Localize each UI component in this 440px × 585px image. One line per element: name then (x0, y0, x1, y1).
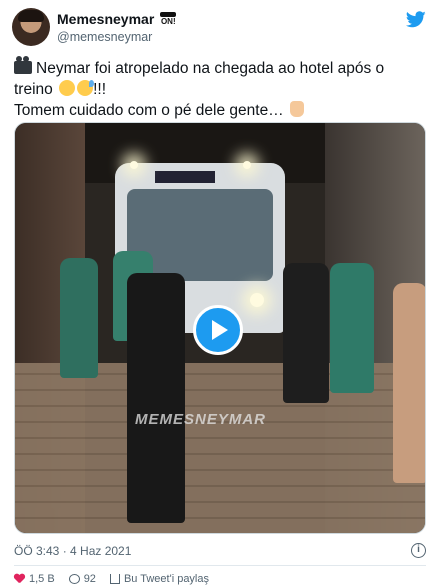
tweet-line-3: Tomem cuidado com o pé dele gente… (14, 100, 429, 121)
twitter-bird-icon[interactable] (406, 11, 426, 28)
tweet-text: Neymar foi atropelado na chegada ao hote… (14, 56, 429, 121)
share-label: Bu Tweet'i paylaş (123, 573, 209, 585)
sweat-smile-emoji-icon (77, 80, 95, 96)
video-watermark: MEMESNEYMAR (135, 411, 267, 428)
tweet-line-2-text: treino (14, 81, 53, 98)
avatar[interactable] (12, 8, 50, 46)
rolling-eyes-emoji-icon (59, 80, 76, 96)
film-camera-icon (14, 56, 32, 74)
share-button[interactable]: Bu Tweet'i paylaş (109, 573, 209, 585)
folded-hands-emoji-icon (290, 101, 304, 117)
author-name-row: Memesneymar ON! (57, 11, 177, 27)
badge-text: ON! (160, 17, 176, 26)
tweet-timestamp[interactable]: ÖÖ 3:43 · 4 Haz 2021 (14, 544, 131, 558)
reply-bubble-icon (68, 574, 80, 584)
tweet-actions: 1,5 B 92 Bu Tweet'i paylaş (14, 573, 209, 585)
play-icon (212, 320, 228, 340)
info-icon[interactable]: i (411, 543, 426, 558)
share-icon (109, 574, 120, 584)
tweet-line-2: treino !!! (14, 79, 429, 100)
tweet-line-1: Neymar foi atropelado na chegada ao hote… (14, 56, 429, 79)
like-count: 1,5 B (29, 573, 55, 585)
reply-button[interactable]: 92 (68, 573, 96, 585)
tweet-line-2-suffix: !!! (93, 81, 107, 98)
video-player[interactable]: MEMESNEYMAR (14, 122, 426, 534)
user-handle[interactable]: @memesneymar (57, 30, 152, 44)
divider (14, 565, 426, 566)
tweet-line-1-text: Neymar foi atropelado na chegada ao hote… (36, 60, 385, 77)
tweet-line-3-text: Tomem cuidado com o pé dele gente… (14, 102, 284, 119)
sunglasses-on-badge: ON! (160, 12, 177, 26)
play-button[interactable] (193, 305, 243, 355)
reply-count: 92 (83, 573, 96, 585)
like-button[interactable]: 1,5 B (14, 573, 55, 585)
tweet-card: Memesneymar ON! @memesneymar Neymar foi … (0, 0, 440, 585)
display-name[interactable]: Memesneymar (57, 11, 154, 27)
heart-icon (14, 574, 25, 584)
